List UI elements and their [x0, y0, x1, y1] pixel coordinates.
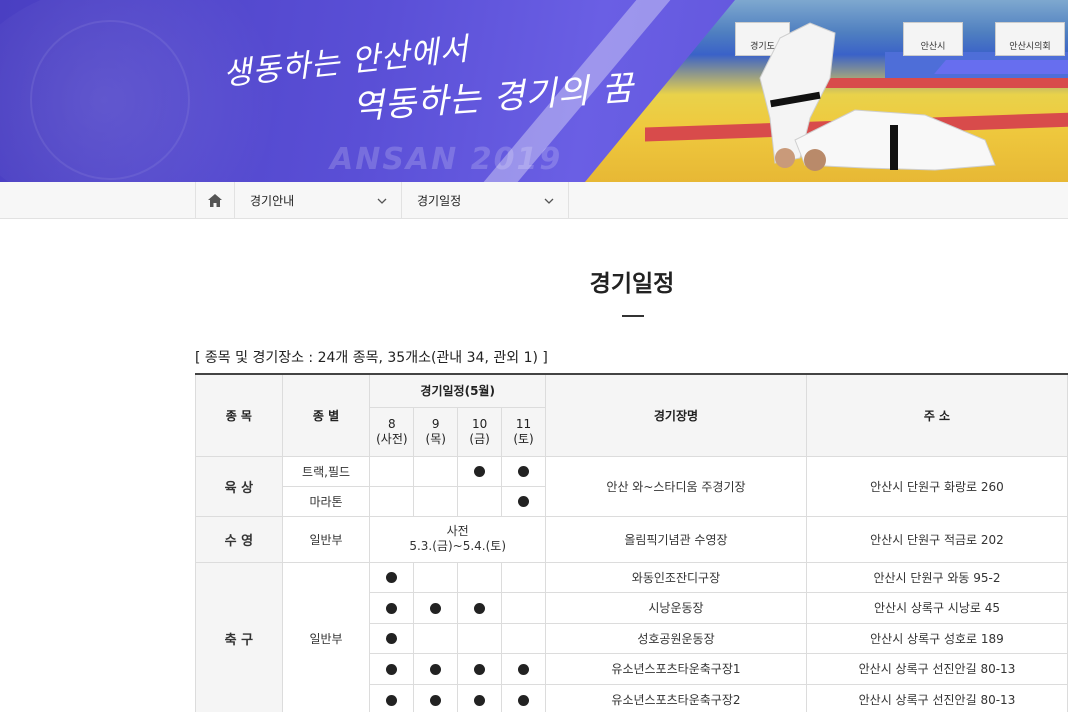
hero-banner: ANSAN 2019 생동하는 안산에서 역동하는 경기의 꿈 경기도 안산시 … [0, 0, 1068, 182]
banner-decoration-ring [30, 20, 190, 180]
schedule-dot [430, 694, 442, 706]
nav-dropdown-competition-guide[interactable]: 경기안내 [235, 182, 402, 219]
cell-day [369, 561, 415, 593]
header-sport: 종 목 [195, 373, 283, 457]
cell-address: 안산시 상록구 선진안길 80-13 [805, 652, 1068, 685]
cell-day [413, 561, 459, 593]
banner-photo-judo: 경기도 안산시 안산시의회 [585, 0, 1068, 182]
cell-day [501, 455, 546, 487]
nav-dropdown-schedule[interactable]: 경기일정 [402, 182, 569, 219]
photo-sign-2: 안산시 [903, 22, 963, 56]
cell-venue: 안산 와~스타디움 주경기장 [544, 455, 807, 517]
table-row: 축 구 일반부 와동인조잔디구장 안산시 단원구 와동 95-2 [195, 561, 1068, 712]
cell-day [457, 683, 503, 712]
venue-summary: [ 종목 및 경기장소 : 24개 종목, 35개소(관내 34, 관외 1) … [195, 350, 548, 366]
schedule-dot [474, 663, 486, 675]
cell-type: 일반부 [281, 561, 371, 712]
header-day-8: 8 (사전) [369, 406, 415, 457]
breadcrumb-nav: 경기안내 경기일정 [0, 182, 1068, 219]
cell-day [369, 652, 415, 685]
cell-day [413, 652, 459, 685]
cell-sport: 축 구 [195, 561, 283, 712]
cell-sport: 수 영 [195, 515, 283, 563]
schedule-dot [518, 466, 530, 477]
cell-day [501, 561, 546, 593]
cell-day [457, 485, 503, 517]
cell-day [501, 622, 546, 654]
cell-day [501, 591, 546, 624]
cell-day [413, 455, 459, 487]
nav-dropdown-label: 경기안내 [250, 194, 295, 208]
schedule-dot [386, 633, 398, 644]
cell-address: 안산시 상록구 시낭로 45 [805, 591, 1068, 624]
cell-day [369, 591, 415, 624]
home-button[interactable] [195, 182, 235, 219]
cell-venue: 유소년스포츠타운축구장2 [544, 683, 807, 712]
cell-type: 트랙,필드 [281, 455, 371, 487]
cell-venue: 올림픽기념관 수영장 [544, 515, 807, 563]
schedule-dot [386, 694, 398, 706]
schedule-dot [474, 466, 486, 477]
cell-venue: 유소년스포츠타운축구장1 [544, 652, 807, 685]
cell-day [413, 591, 459, 624]
header-day-10: 10 (금) [457, 406, 503, 457]
table-row: 수 영 일반부 사전 5.3.(금)~5.4.(토) 올림픽기념관 수영장 안산… [195, 515, 1068, 563]
cell-day [457, 652, 503, 685]
cell-day [413, 683, 459, 712]
schedule-dot [386, 602, 398, 614]
cell-address: 안산시 상록구 선진안길 80-13 [805, 683, 1068, 712]
schedule-dot [386, 663, 398, 675]
header-schedule: 경기일정(5월) [369, 373, 546, 408]
schedule-dot [474, 602, 486, 614]
header-type: 종 별 [281, 373, 371, 457]
cell-day [369, 622, 415, 654]
schedule-dot [430, 663, 442, 675]
cell-address: 안산시 단원구 화랑로 260 [805, 455, 1068, 517]
cell-day [369, 683, 415, 712]
page-title: 경기일정 [589, 271, 675, 297]
cell-venue: 성호공원운동장 [544, 622, 807, 654]
cell-address: 안산시 상록구 성호로 189 [805, 622, 1068, 654]
chevron-down-icon [377, 198, 387, 204]
cell-day [457, 622, 503, 654]
schedule-dot [430, 602, 442, 614]
header-day-11: 11 (토) [501, 406, 546, 457]
cell-day [501, 652, 546, 685]
cell-day [457, 455, 503, 487]
cell-type: 일반부 [281, 515, 371, 563]
schedule-dot [518, 496, 530, 507]
schedule-table: 종 목 종 별 경기일정(5월) 경기장명 주 소 8 (사전) 9 (목) 1… [195, 373, 1068, 712]
cell-address: 안산시 단원구 적금로 202 [805, 515, 1068, 563]
header-day-9: 9 (목) [413, 406, 459, 457]
schedule-dot [518, 663, 530, 675]
cell-venue: 시낭운동장 [544, 591, 807, 624]
cell-day [369, 455, 415, 487]
header-venue: 경기장명 [544, 373, 807, 457]
schedule-dot [386, 572, 398, 583]
cell-day [413, 622, 459, 654]
cell-day [501, 683, 546, 712]
cell-day [457, 591, 503, 624]
cell-day [457, 561, 503, 593]
cell-day [413, 485, 459, 517]
cell-day [369, 485, 415, 517]
banner-stripe-accent [934, 60, 1068, 74]
header-address: 주 소 [805, 373, 1068, 457]
cell-schedule-text: 사전 5.3.(금)~5.4.(토) [369, 515, 546, 563]
cell-day [501, 485, 546, 517]
home-icon [208, 194, 222, 207]
cell-address: 안산시 단원구 와동 95-2 [805, 561, 1068, 593]
nav-dropdown-label: 경기일정 [417, 194, 462, 208]
chevron-down-icon [544, 198, 554, 204]
photo-judoka-black-belt [794, 109, 996, 171]
cell-sport: 육 상 [195, 455, 283, 517]
cell-type: 마라톤 [281, 485, 371, 517]
table-row: 육 상 트랙,필드 안산 와~스타디움 주경기장 안산시 단원구 화랑로 260 [195, 455, 1068, 517]
title-divider [622, 315, 644, 317]
cell-venue: 와동인조잔디구장 [544, 561, 807, 593]
schedule-dot [474, 694, 486, 706]
schedule-dot [518, 694, 530, 706]
photo-sign-3: 안산시의회 [995, 22, 1065, 56]
